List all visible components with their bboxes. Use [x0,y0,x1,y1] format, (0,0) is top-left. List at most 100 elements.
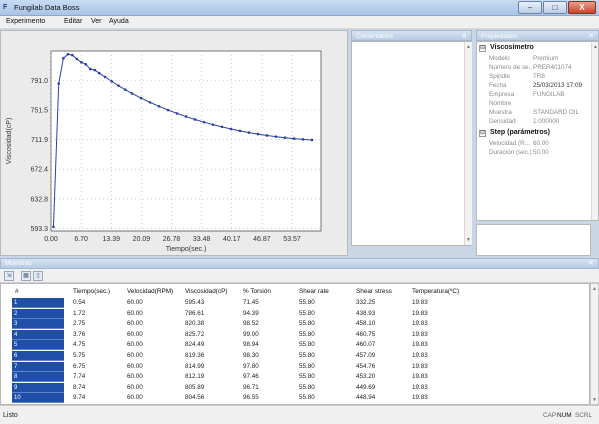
table-cell: 55.80 [299,362,315,370]
table-cell: 60.00 [127,341,143,349]
export-icon[interactable]: ⇲ [4,271,14,281]
column-header[interactable]: % Torsión [243,288,271,295]
property-value: TR8 [533,73,545,80]
table-cell: 19.83 [412,362,428,370]
table-row[interactable]: 10 9.74 60.00 804.56 96.55 55.80 448.94 19.83 [1,393,589,404]
properties-scrollbar[interactable]: ▲ [591,42,598,220]
table-cell: 98.52 [243,320,259,328]
y-tick-label: 593.3 [30,226,48,233]
table-row[interactable]: 1 0.54 60.00 595.43 71.45 55.80 332.25 19.83 [1,298,589,308]
property-row[interactable]: Velocidad (R... 60.00 [489,140,597,149]
scroll-up-icon[interactable]: ▲ [591,285,598,293]
comments-area[interactable]: ▲ ▼ [351,41,472,246]
y-tick-label: 672.4 [30,167,48,174]
property-key: Muestra [489,109,512,116]
group-viscosimetro[interactable]: ⊟ Viscosímetro [479,44,534,52]
table-cell: 3.76 [73,330,86,338]
property-row[interactable]: Densidad 1.000000 [489,118,597,127]
row-number[interactable]: 8 [12,372,64,383]
data-point [75,57,79,61]
table-cell: 19.83 [412,352,428,359]
property-row[interactable]: Nombre [489,100,597,109]
table-cell: 595.43 [185,299,205,306]
row-number[interactable]: 2 [12,308,64,319]
data-point [110,80,114,83]
scroll-up-icon[interactable]: ▲ [465,43,472,51]
row-number[interactable]: 6 [12,351,64,361]
column-header[interactable]: Tiempo(sec.) [73,288,110,295]
excel-icon[interactable]: ▦ [21,271,31,281]
menu-editar[interactable]: Editar [64,18,82,25]
collapse-icon[interactable]: ⊟ [479,45,486,52]
row-number[interactable]: 7 [12,361,64,372]
table-cell: 60.00 [127,362,143,370]
table-row[interactable]: 9 8.74 60.00 805.89 96.71 55.80 449.69 19.83 [1,382,589,393]
data-point [238,129,242,133]
row-number[interactable]: 3 [12,319,64,330]
property-row[interactable]: Modelo Premium [489,55,597,64]
table-cell: 94.39 [243,309,259,317]
row-number[interactable]: 5 [12,340,64,351]
column-header[interactable]: Velocidad(RPM) [127,288,173,295]
table-row[interactable]: 8 7.74 60.00 812.19 97.46 55.80 453.20 19.83 [1,372,589,383]
group-step[interactable]: ⊟ Step (parámetros) [479,129,550,137]
table-cell: 449.69 [356,383,376,391]
table-row[interactable]: 3 2.75 60.00 820.38 98.52 55.80 458.10 19.83 [1,319,589,330]
table-row[interactable]: 2 1.72 60.00 786.61 94.39 55.80 438.93 19.83 [1,308,589,319]
property-row[interactable]: Número de se... PRER401074 [489,64,597,73]
property-value: 25/03/2013 17:09 [533,82,583,89]
property-key: Densidad [489,118,516,125]
column-header[interactable]: Shear rate [299,288,329,295]
menu-ayuda[interactable]: Ayuda [109,18,129,25]
property-key: Fecha [489,82,507,89]
property-row[interactable]: Spindle TR8 [489,73,597,82]
row-number[interactable]: 1 [12,298,64,308]
table-cell: 60.00 [127,299,143,306]
scroll-up-icon[interactable]: ▲ [592,43,598,51]
menu-bar: Experimento Editar Ver Ayuda [0,16,599,29]
column-header[interactable]: Temperatura(ºC) [412,288,459,295]
minimize-button[interactable]: – [518,1,542,14]
samples-close-icon[interactable]: ✕ [588,259,594,269]
data-point [139,96,143,100]
scroll-down-icon[interactable]: ▼ [465,236,472,244]
property-value: 50.00 [533,149,549,156]
document-icon[interactable]: ▯ [33,271,43,281]
table-cell: 819.36 [185,352,205,359]
property-row[interactable]: Empresa FUNGILAB [489,91,597,100]
row-number[interactable]: 10 [12,393,64,404]
collapse-icon[interactable]: ⊟ [479,130,486,137]
column-header[interactable]: # [15,288,19,295]
data-point [62,56,65,60]
table-row[interactable]: 7 6.75 60.00 814.99 97.80 55.80 454.76 19.83 [1,361,589,372]
table-scrollbar[interactable]: ▲ ▼ [590,283,599,405]
table-cell: 55.80 [299,320,315,328]
comments-panel-title: Comentarios [356,33,393,40]
table-cell: 458.10 [356,320,376,328]
property-key: Spindle [489,73,511,80]
scroll-down-icon[interactable]: ▼ [591,396,598,404]
table-row[interactable]: 6 5.75 60.00 819.36 98.30 55.80 457.09 19.83 [1,351,589,361]
menu-ver[interactable]: Ver [91,18,102,25]
table-cell: 71.45 [243,299,259,306]
maximize-button[interactable]: □ [543,1,567,14]
comments-scrollbar[interactable]: ▲ ▼ [464,42,472,245]
row-number[interactable]: 9 [12,382,64,393]
property-row[interactable]: Duración (sec.) 50.00 [489,149,597,158]
column-header[interactable]: Shear stress [356,288,392,295]
data-point [175,112,179,115]
data-point [292,137,296,140]
table-row[interactable]: 5 4.75 60.00 824.49 98.94 55.80 460.07 19.83 [1,340,589,351]
property-row[interactable]: Muestra STANDARD OIL [489,109,597,118]
row-number[interactable]: 4 [12,329,64,340]
column-header[interactable]: Viscosidad(cP) [185,288,228,295]
table-row[interactable]: 4 3.76 60.00 825.72 99.00 55.80 460.75 19.83 [1,329,589,340]
scroll-indicator: SCRL [575,412,593,419]
table-cell: 98.94 [243,341,259,349]
data-point [71,53,74,57]
property-row[interactable]: Fecha 25/03/2013 17:09 [489,82,597,91]
close-button[interactable]: X [568,1,596,14]
group-label: Step (parámetros) [490,129,550,136]
menu-experimento[interactable]: Experimento [6,18,45,25]
table-cell: 96.55 [243,394,259,402]
